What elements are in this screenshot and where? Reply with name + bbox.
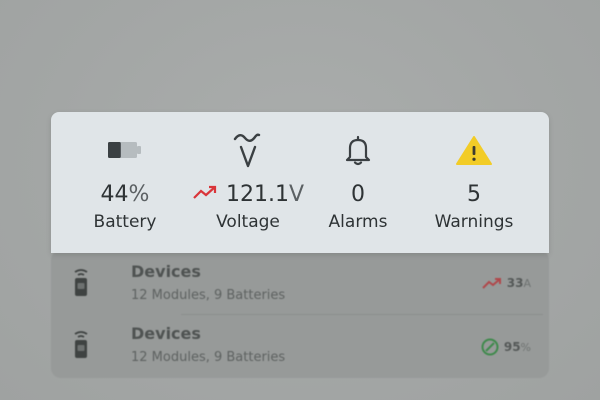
warning-icon	[414, 130, 534, 170]
check-circle-icon	[481, 338, 499, 356]
device-metric-value: 95	[503, 340, 521, 354]
battery-label: Battery	[93, 212, 157, 232]
device-metric-unit: A	[523, 277, 531, 290]
device-metric-value: 33	[506, 276, 524, 290]
device-title: Devices	[131, 262, 201, 281]
stat-voltage[interactable]: 121.1V Voltage	[188, 112, 308, 253]
stat-warnings[interactable]: 5 Warnings	[414, 112, 534, 253]
stat-alarms[interactable]: 0 Alarms	[298, 112, 418, 253]
divider	[181, 314, 543, 315]
voltage-icon	[188, 130, 308, 170]
device-subtitle: 12 Modules, 9 Batteries	[131, 288, 286, 303]
device-metric: 95%	[481, 338, 531, 356]
trend-up-icon	[482, 278, 501, 289]
bell-icon	[298, 130, 418, 170]
list-item[interactable]: Devices 12 Modules, 9 Batteries 33A	[51, 256, 549, 316]
list-item[interactable]: Devices 12 Modules, 9 Batteries 95%	[51, 318, 549, 378]
device-list: Devices 12 Modules, 9 Batteries 33A Devi…	[51, 250, 549, 378]
warnings-value: 5	[467, 182, 481, 207]
page: Devices 12 Modules, 9 Batteries 33A Devi…	[0, 0, 600, 400]
battery-value-line: 44%	[65, 182, 185, 207]
battery-unit: %	[128, 182, 150, 207]
warnings-label: Warnings	[434, 212, 514, 232]
device-icon	[74, 269, 88, 296]
device-subtitle: 12 Modules, 9 Batteries	[131, 350, 286, 365]
alarms-label: Alarms	[328, 212, 388, 232]
alarms-value-line: 0	[298, 182, 418, 207]
device-icon	[74, 331, 88, 358]
device-title: Devices	[131, 324, 201, 343]
battery-icon	[65, 130, 185, 170]
device-metric: 33A	[482, 276, 531, 290]
voltage-label: Voltage	[216, 212, 280, 232]
voltage-value: 121.1	[225, 182, 289, 207]
trend-up-icon	[193, 185, 217, 199]
warnings-value-line: 5	[414, 182, 534, 207]
stats-card: 44% Battery 121.1V Voltage 0 Alarms 5 Wa…	[51, 112, 549, 253]
voltage-value-line: 121.1V	[188, 182, 308, 207]
battery-value: 44	[100, 182, 129, 207]
alarms-value: 0	[351, 182, 365, 207]
device-metric-unit: %	[520, 341, 531, 354]
stat-battery[interactable]: 44% Battery	[65, 112, 185, 253]
